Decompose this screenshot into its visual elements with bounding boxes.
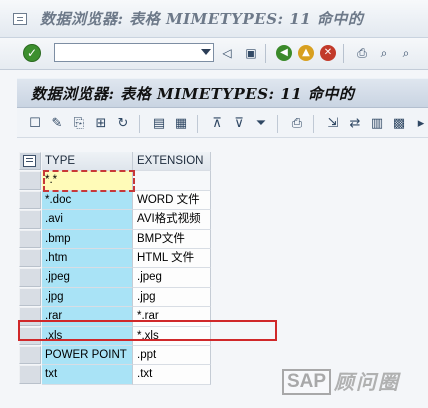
title-bar: 数据浏览器: 表格 MIMETYPES: 11 命中的 bbox=[0, 0, 428, 38]
cell-extension[interactable]: BMP文件 bbox=[133, 229, 211, 249]
row-selector[interactable] bbox=[19, 190, 41, 210]
cell-type[interactable]: .htm bbox=[42, 248, 133, 269]
cell-extension[interactable]: .jpeg bbox=[133, 268, 211, 288]
enter-check-icon[interactable]: ✓ bbox=[23, 44, 41, 62]
find-next-icon[interactable]: ⌕ bbox=[398, 45, 414, 61]
window-menu-icon[interactable] bbox=[13, 13, 27, 25]
exit-icon[interactable]: ▲ bbox=[298, 45, 314, 61]
change-layout-icon[interactable]: ▩ bbox=[391, 116, 407, 132]
toolbar-divider bbox=[197, 115, 198, 133]
select-all-cell[interactable] bbox=[19, 152, 41, 171]
copy-icon[interactable]: ⎘ bbox=[71, 116, 87, 132]
application-title-bar: 数据浏览器: 表格 MIMETYPES: 11 命中的 bbox=[17, 78, 428, 108]
data-grid: TYPE EXTENSION *.* *.doc WORD 文件 .avi AV… bbox=[17, 152, 217, 385]
row-selector[interactable] bbox=[19, 171, 41, 190]
row-selector[interactable] bbox=[19, 229, 41, 248]
more-icon[interactable]: ▸ bbox=[413, 116, 428, 132]
watermark-cjk-text: 顾问圈 bbox=[334, 370, 400, 394]
print-icon[interactable]: ⎙ bbox=[354, 45, 370, 61]
cell-extension[interactable]: WORD 文件 bbox=[133, 190, 211, 211]
table-row[interactable]: txt .txt bbox=[17, 365, 217, 385]
row-selector[interactable] bbox=[19, 210, 41, 229]
cell-type[interactable]: txt bbox=[42, 365, 133, 385]
check-table-icon[interactable]: ⊞ bbox=[93, 116, 109, 132]
cell-extension[interactable]: .jpg bbox=[133, 287, 211, 308]
save-icon[interactable]: ▣ bbox=[243, 45, 259, 61]
details-icon[interactable]: ▤ bbox=[151, 116, 167, 132]
watermark-latin-text: SAP bbox=[282, 369, 332, 395]
toolbar-divider bbox=[139, 115, 140, 133]
cell-extension[interactable]: HTML 文件 bbox=[133, 248, 211, 269]
select-all-icon[interactable]: ▦ bbox=[173, 116, 189, 132]
row-selector[interactable] bbox=[19, 307, 41, 326]
row-selector[interactable] bbox=[19, 268, 41, 287]
cell-type[interactable]: .jpg bbox=[42, 287, 133, 308]
cell-type[interactable]: .jpeg bbox=[42, 268, 133, 288]
select-all-icon[interactable] bbox=[23, 155, 36, 167]
page-title: 数据浏览器: 表格 MIMETYPES: 11 命中的 bbox=[31, 85, 355, 103]
new-entry-icon[interactable]: ☐ bbox=[27, 116, 43, 132]
sort-descending-icon[interactable]: ⊽ bbox=[231, 116, 247, 132]
table-row[interactable]: .htm HTML 文件 bbox=[17, 248, 217, 269]
history-left-icon[interactable]: ◁ bbox=[219, 45, 235, 61]
cell-type[interactable]: *.* bbox=[42, 171, 133, 191]
cell-extension[interactable]: *.rar bbox=[133, 307, 211, 327]
print-list-icon[interactable]: ⎙ bbox=[289, 116, 305, 132]
filter-icon[interactable]: ⏷ bbox=[253, 116, 269, 132]
cell-extension[interactable] bbox=[133, 171, 211, 191]
table-row[interactable]: POWER POINT .ppt bbox=[17, 345, 217, 366]
toolbar-divider bbox=[277, 115, 278, 133]
toolbar-divider bbox=[313, 115, 314, 133]
cell-type[interactable]: POWER POINT bbox=[42, 345, 133, 366]
column-header-type[interactable]: TYPE bbox=[42, 152, 133, 172]
spreadsheet-icon[interactable]: ▥ bbox=[369, 116, 385, 132]
window-title: 数据浏览器: 表格 MIMETYPES: 11 命中的 bbox=[40, 10, 364, 28]
row-selector[interactable] bbox=[19, 248, 41, 268]
cell-type[interactable]: .avi bbox=[42, 210, 133, 230]
table-row[interactable]: .rar *.rar bbox=[17, 307, 217, 327]
command-field[interactable] bbox=[54, 43, 214, 62]
cell-type[interactable]: .bmp bbox=[42, 229, 133, 249]
watermark-logo: SAP 顾问圈 bbox=[282, 369, 428, 397]
table-row[interactable]: .bmp BMP文件 bbox=[17, 229, 217, 249]
cell-type[interactable]: .xls bbox=[42, 326, 133, 346]
edit-pencil-icon[interactable]: ✎ bbox=[49, 116, 65, 132]
row-selector[interactable] bbox=[19, 365, 41, 384]
table-row[interactable]: .jpg .jpg bbox=[17, 287, 217, 308]
table-row[interactable]: .xls *.xls bbox=[17, 326, 217, 346]
sort-ascending-icon[interactable]: ⊼ bbox=[209, 116, 225, 132]
cell-type[interactable]: .rar bbox=[42, 307, 133, 327]
row-selector[interactable] bbox=[19, 287, 41, 307]
refresh-icon[interactable]: ↻ bbox=[115, 116, 131, 132]
layout-icon[interactable]: ⇄ bbox=[347, 116, 363, 132]
column-header-extension[interactable]: EXTENSION bbox=[133, 152, 211, 172]
cell-extension[interactable]: *.xls bbox=[133, 326, 211, 346]
table-row[interactable]: *.doc WORD 文件 bbox=[17, 190, 217, 211]
application-toolbar: ☐ ✎ ⎘ ⊞ ↻ ▤ ▦ ⊼ ⊽ ⏷ ⎙ ⇲ ⇄ ▥ ▩ ▸ bbox=[17, 108, 428, 138]
find-icon[interactable]: ⌕ bbox=[376, 45, 392, 61]
toolbar-divider bbox=[265, 44, 266, 63]
toolbar-divider bbox=[343, 44, 344, 63]
table-header: TYPE EXTENSION bbox=[17, 152, 217, 172]
cell-extension[interactable]: AVI格式视频 bbox=[133, 210, 211, 230]
chevron-down-icon[interactable] bbox=[201, 49, 211, 55]
back-icon[interactable]: ◀ bbox=[276, 45, 292, 61]
system-toolbar: ✓ ◁ ▣ ◀ ▲ ✕ ⎙ ⌕ ⌕ bbox=[0, 38, 428, 70]
cell-type[interactable]: *.doc bbox=[42, 190, 133, 211]
cell-extension[interactable]: .ppt bbox=[133, 345, 211, 366]
table-row[interactable]: *.* bbox=[17, 171, 217, 191]
row-selector[interactable] bbox=[19, 326, 41, 345]
row-selector[interactable] bbox=[19, 345, 41, 365]
cell-extension[interactable]: .txt bbox=[133, 365, 211, 385]
table-row[interactable]: .jpeg .jpeg bbox=[17, 268, 217, 288]
cancel-icon[interactable]: ✕ bbox=[320, 45, 336, 61]
table-row[interactable]: .avi AVI格式视频 bbox=[17, 210, 217, 230]
export-icon[interactable]: ⇲ bbox=[325, 116, 341, 132]
